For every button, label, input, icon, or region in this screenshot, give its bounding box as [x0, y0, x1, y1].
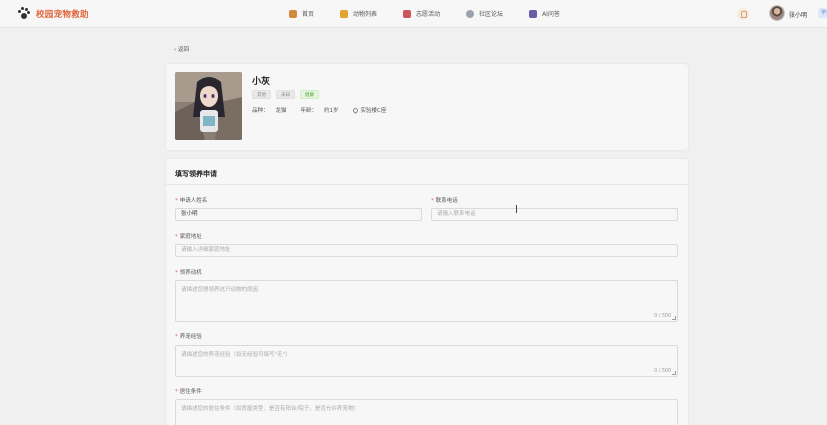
chat-icon	[466, 9, 475, 18]
brand-title: 校园宠物救助	[36, 9, 89, 20]
pet-tags: 其他 未知 健康	[252, 90, 324, 99]
living-textarea[interactable]: 请描述您的居住条件（如房屋类型、是否有阳台/院子、是否允许养宠物）	[175, 399, 678, 425]
phone-input[interactable]: 请输入联系电话	[431, 208, 678, 221]
paw-icon	[17, 7, 30, 20]
motive-textarea[interactable]: 请描述您想领养这只动物的原因 0 / 500	[175, 280, 678, 322]
adoption-form-card: 填写领养申请 * 申请人姓名 张小明 * 联系电话 请输入联系电话 * 家庭地址 请输…	[166, 159, 688, 425]
motive-placeholder: 请描述您想领养这只动物的原因	[181, 287, 259, 293]
location-value: 实验楼C座	[360, 108, 387, 114]
char-counter: 0 / 500	[654, 369, 671, 374]
nav-item-label: 志愿活动	[416, 11, 441, 18]
username[interactable]: 张小明	[789, 10, 807, 19]
pet-age: 年龄： 约1岁	[301, 106, 346, 114]
nav-item-label: 动物列表	[353, 11, 378, 18]
pet-breed: 品种： 龙猫	[252, 106, 294, 114]
back-label: 返回	[177, 47, 189, 53]
clipboard-icon	[403, 9, 412, 18]
pet-tag-type: 其他	[252, 90, 271, 99]
breed-label: 品种：	[252, 108, 269, 114]
robot-icon	[529, 9, 538, 18]
living-label: * 居住条件	[175, 389, 202, 395]
main-nav: 首页 动物列表 志愿活动 社区论坛 AI问答	[289, 9, 560, 18]
nav-item-volunteer[interactable]: 志愿活动	[403, 9, 440, 18]
nav-item-forum[interactable]: 社区论坛	[466, 9, 503, 18]
address-input[interactable]: 请输入详细家庭地址	[175, 244, 678, 257]
phone-label: * 联系电话	[431, 198, 458, 204]
form-title: 填写领养申请	[175, 170, 217, 178]
experience-textarea[interactable]: 请描述您的养宠经验（如无经验可填写"无"） 0 / 500	[175, 345, 678, 377]
back-link[interactable]: ‹ 返回	[174, 45, 189, 53]
nav-item-label: 社区论坛	[479, 11, 504, 18]
nav-item-label: AI问答	[542, 11, 560, 18]
age-value: 约1岁	[324, 108, 339, 114]
pet-tag-gender: 未知	[276, 90, 295, 99]
divider	[166, 184, 688, 185]
pet-photo	[175, 72, 242, 140]
resize-handle-icon[interactable]	[672, 371, 676, 375]
resize-handle-icon[interactable]	[672, 316, 676, 320]
motive-label: * 领养动机	[175, 270, 202, 276]
brand[interactable]: 校园宠物救助	[17, 7, 89, 20]
pet-name: 小灰	[252, 77, 271, 87]
applicant-name-input[interactable]: 张小明	[175, 208, 422, 221]
location-pin-icon	[351, 106, 359, 115]
pet-info-card: 小灰 其他 未知 健康 品种： 龙猫 年龄： 约1岁 实验楼C座	[166, 64, 688, 150]
experience-placeholder: 请描述您的养宠经验（如无经验可填写"无"）	[181, 352, 291, 358]
home-icon	[289, 9, 297, 18]
top-navbar: 校园宠物救助 首页 动物列表 志愿活动 社区论坛 AI问答 张小明 学生	[0, 0, 827, 28]
avatar[interactable]	[769, 5, 785, 21]
living-placeholder: 请描述您的居住条件（如房屋类型、是否有阳台/院子、是否允许养宠物）	[181, 406, 359, 412]
user-role-badge: 学生	[818, 8, 827, 18]
nav-item-label: 首页	[302, 11, 315, 18]
nav-item-animals[interactable]: 动物列表	[340, 9, 377, 18]
pet-location: 实验楼C座	[351, 106, 394, 115]
experience-label: * 养宠经验	[175, 334, 202, 340]
pet-meta: 品种： 龙猫 年龄： 约1岁 实验楼C座	[252, 106, 400, 115]
breed-value: 龙猫	[275, 108, 287, 114]
address-label: * 家庭地址	[175, 234, 202, 240]
age-label: 年龄：	[300, 108, 318, 114]
applicant-name-label: * 申请人姓名	[175, 198, 208, 204]
pet-tag-health: 健康	[300, 90, 319, 99]
bell-icon[interactable]	[737, 8, 749, 20]
nav-item-ai-qa[interactable]: AI问答	[529, 9, 560, 18]
nav-item-home[interactable]: 首页	[289, 9, 314, 18]
char-counter: 0 / 500	[654, 314, 671, 319]
text-cursor-icon	[514, 205, 518, 213]
list-icon	[340, 9, 349, 18]
